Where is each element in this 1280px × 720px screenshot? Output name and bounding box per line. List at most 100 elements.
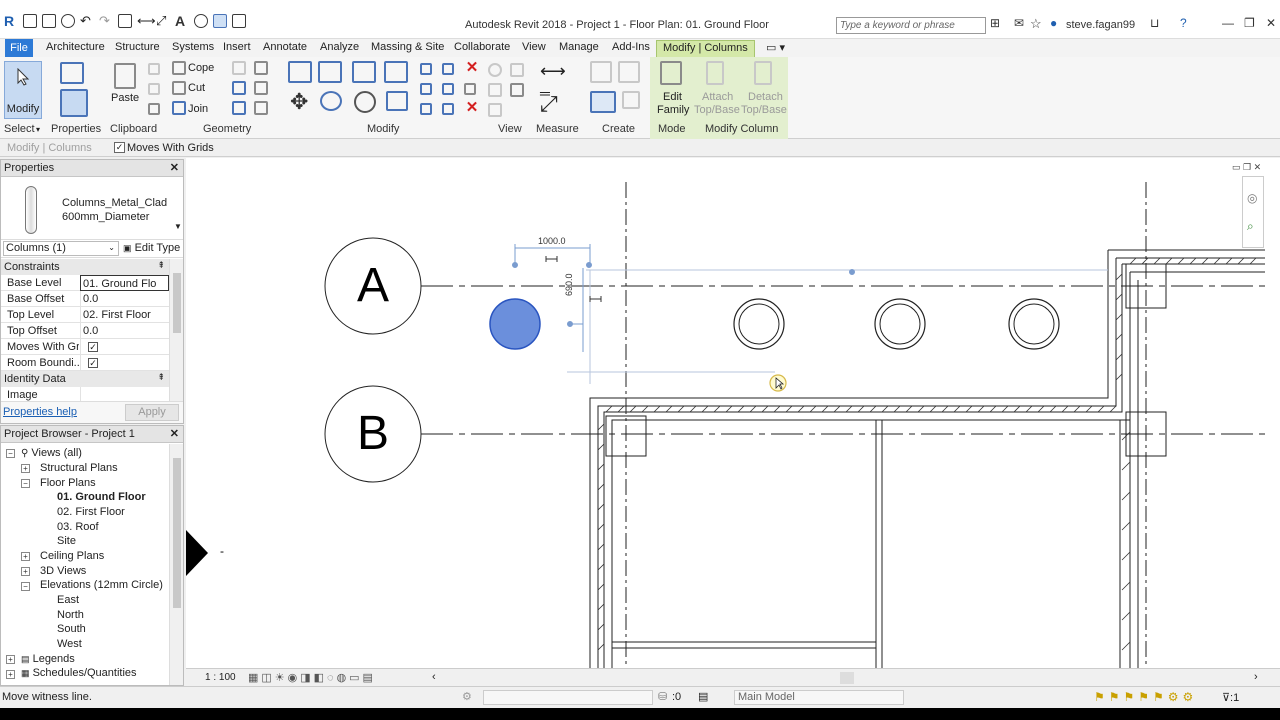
mirror-axis-icon[interactable] <box>352 61 376 83</box>
view-control-icons[interactable]: ▦◫☀◉◨◧◌◍▭▤ <box>248 671 376 684</box>
tree-item-west[interactable]: West <box>57 638 82 650</box>
communication-icon[interactable]: ✉ <box>1014 16 1024 30</box>
create-assembly-icon[interactable] <box>590 61 612 83</box>
collapse-icon[interactable]: ⇞ <box>157 372 165 383</box>
create-similar-icon[interactable] <box>622 91 640 109</box>
collapse-icon[interactable]: − <box>21 479 30 488</box>
properties-scrollbar[interactable] <box>169 259 183 403</box>
expand-icon[interactable]: + <box>6 655 15 664</box>
moves-with-grids-prop-checkbox[interactable]: ✓ <box>88 342 98 352</box>
tab-collaborate[interactable]: Collaborate <box>454 41 510 53</box>
properties-close-icon[interactable]: ✕ <box>170 161 179 174</box>
favorites-icon[interactable]: ☆ <box>1030 16 1042 32</box>
browser-scrollbar[interactable] <box>169 444 183 685</box>
restore-icon[interactable]: ❐ <box>1244 16 1255 30</box>
editable-only-icon[interactable]: ⛁ <box>658 690 667 703</box>
detach-top-base-icon[interactable] <box>754 61 772 85</box>
tab-massing-site[interactable]: Massing & Site <box>371 41 444 53</box>
aligned-dim-icon[interactable]: ⤢ <box>540 91 558 117</box>
properties-icon[interactable] <box>60 89 88 117</box>
collapse-views-icon[interactable]: − <box>6 449 15 458</box>
tab-manage[interactable]: Manage <box>559 41 599 53</box>
linework-icon[interactable] <box>488 83 502 97</box>
tree-item-elevations[interactable]: Elevations (12mm Circle) <box>40 579 163 591</box>
pick-icon[interactable] <box>254 101 268 115</box>
browser-scroll-thumb[interactable] <box>173 458 181 608</box>
type-selector[interactable]: Columns_Metal_Clad 600mm_Diameter ▼ <box>1 178 183 240</box>
measure-icon[interactable]: ⟷ <box>137 14 156 28</box>
tab-add-ins[interactable]: Add-Ins <box>612 41 650 53</box>
dim-horizontal[interactable]: 1000.0 <box>538 236 566 246</box>
drawing-area[interactable]: A B 1000.0 690.0 - ▭ ❐ ✕ <box>186 158 1280 668</box>
instance-filter-select[interactable]: Columns (1) ⌄ <box>3 241 119 256</box>
close-icon[interactable]: ✕ <box>1266 16 1276 30</box>
tree-item-first-floor[interactable]: 02. First Floor <box>57 506 125 518</box>
scroll-right-icon[interactable]: › <box>1254 671 1258 683</box>
beam-join-icon[interactable] <box>232 101 246 115</box>
tree-item-south[interactable]: South <box>57 623 86 635</box>
temporary-hide-icon[interactable] <box>488 103 502 117</box>
scale-icon[interactable] <box>442 83 454 95</box>
unpin-icon[interactable]: ✕ <box>464 60 480 77</box>
modify-button[interactable]: Modify <box>4 61 42 119</box>
user-icon[interactable]: ● <box>1050 16 1057 30</box>
cope-label[interactable]: Cope <box>188 62 214 74</box>
properties-scroll-thumb[interactable] <box>173 273 181 333</box>
expand-icon[interactable]: + <box>6 670 15 679</box>
split-gap-icon[interactable] <box>442 63 454 75</box>
print-icon[interactable] <box>118 14 132 28</box>
cope-icon[interactable] <box>172 61 186 75</box>
tree-item-schedules[interactable]: ▦ Schedules/Quantities <box>21 667 137 679</box>
undo-icon[interactable]: ↶ <box>80 14 94 28</box>
cart-icon[interactable]: ⊔ <box>1150 16 1159 30</box>
design-option-select[interactable]: Main Model <box>734 690 904 705</box>
tree-item-north[interactable]: North <box>57 609 84 621</box>
floor-plan-drawing[interactable] <box>186 158 1280 668</box>
trim-extend-icon[interactable] <box>420 103 432 115</box>
text-icon[interactable]: A <box>175 14 189 28</box>
search-input[interactable]: Type a keyword or phrase <box>836 17 986 34</box>
save-icon[interactable] <box>42 14 56 28</box>
tree-item-ground-floor[interactable]: 01. Ground Floor <box>57 491 146 503</box>
group-identity-data[interactable]: Identity Data ⇞ <box>1 371 169 387</box>
view-window-controls[interactable]: ▭ ❐ ✕ <box>1232 162 1261 173</box>
redo-icon[interactable]: ↷ <box>99 14 113 28</box>
array-icon[interactable] <box>420 83 432 95</box>
edit-family-icon[interactable] <box>660 61 682 85</box>
paste-label[interactable]: Paste <box>111 92 139 104</box>
move-icon[interactable]: ✥ <box>290 89 308 115</box>
expand-icon[interactable]: + <box>21 567 30 576</box>
split-icon[interactable] <box>420 63 432 75</box>
scroll-left-icon[interactable]: ‹ <box>432 671 436 683</box>
top-level-field[interactable]: 02. First Floor <box>80 307 169 323</box>
tree-item-views[interactable]: ⚲ Views (all) <box>21 447 82 459</box>
copy-icon[interactable] <box>320 91 342 111</box>
cut-label[interactable]: Cut <box>188 82 205 94</box>
tree-item-3d-views[interactable]: 3D Views <box>40 565 86 577</box>
help-icon[interactable]: ? <box>1180 16 1187 30</box>
attach-line2[interactable]: Top/Base <box>694 104 740 116</box>
select-dropdown-icon[interactable]: ▾ <box>36 125 40 134</box>
ribbon-display-icon[interactable]: ▭ ▾ <box>766 41 785 54</box>
wall-joins-icon[interactable] <box>232 81 246 95</box>
view-scale[interactable]: 1 : 100 <box>205 672 236 683</box>
zoom-icon[interactable]: ⌕ <box>1247 219 1254 234</box>
minimize-icon[interactable]: — <box>1222 16 1234 30</box>
delete-icon[interactable]: ✕ <box>464 100 480 117</box>
steering-wheel-icon[interactable]: ◎ <box>1247 191 1257 205</box>
tab-annotate[interactable]: Annotate <box>263 41 307 53</box>
paste-icon[interactable] <box>114 63 136 89</box>
tree-item-structural-plans[interactable]: Structural Plans <box>40 462 118 474</box>
revit-logo-icon[interactable]: R <box>4 14 18 28</box>
align-icon[interactable] <box>288 61 312 83</box>
aligned-dimension-icon[interactable]: ⤢ <box>156 14 170 28</box>
switch-windows-icon[interactable] <box>232 14 246 28</box>
edit-type-button[interactable]: ▣ Edit Type <box>123 242 180 254</box>
base-offset-field[interactable]: 0.0 <box>80 291 169 307</box>
filter-icon[interactable]: ⊽:1 <box>1222 691 1239 704</box>
tab-modify-columns[interactable]: Modify | Columns <box>656 40 755 57</box>
tree-item-site[interactable]: Site <box>57 535 76 547</box>
split-face-icon[interactable] <box>232 61 246 75</box>
create-parts-icon[interactable] <box>618 61 640 83</box>
top-offset-field[interactable]: 0.0 <box>80 323 169 339</box>
